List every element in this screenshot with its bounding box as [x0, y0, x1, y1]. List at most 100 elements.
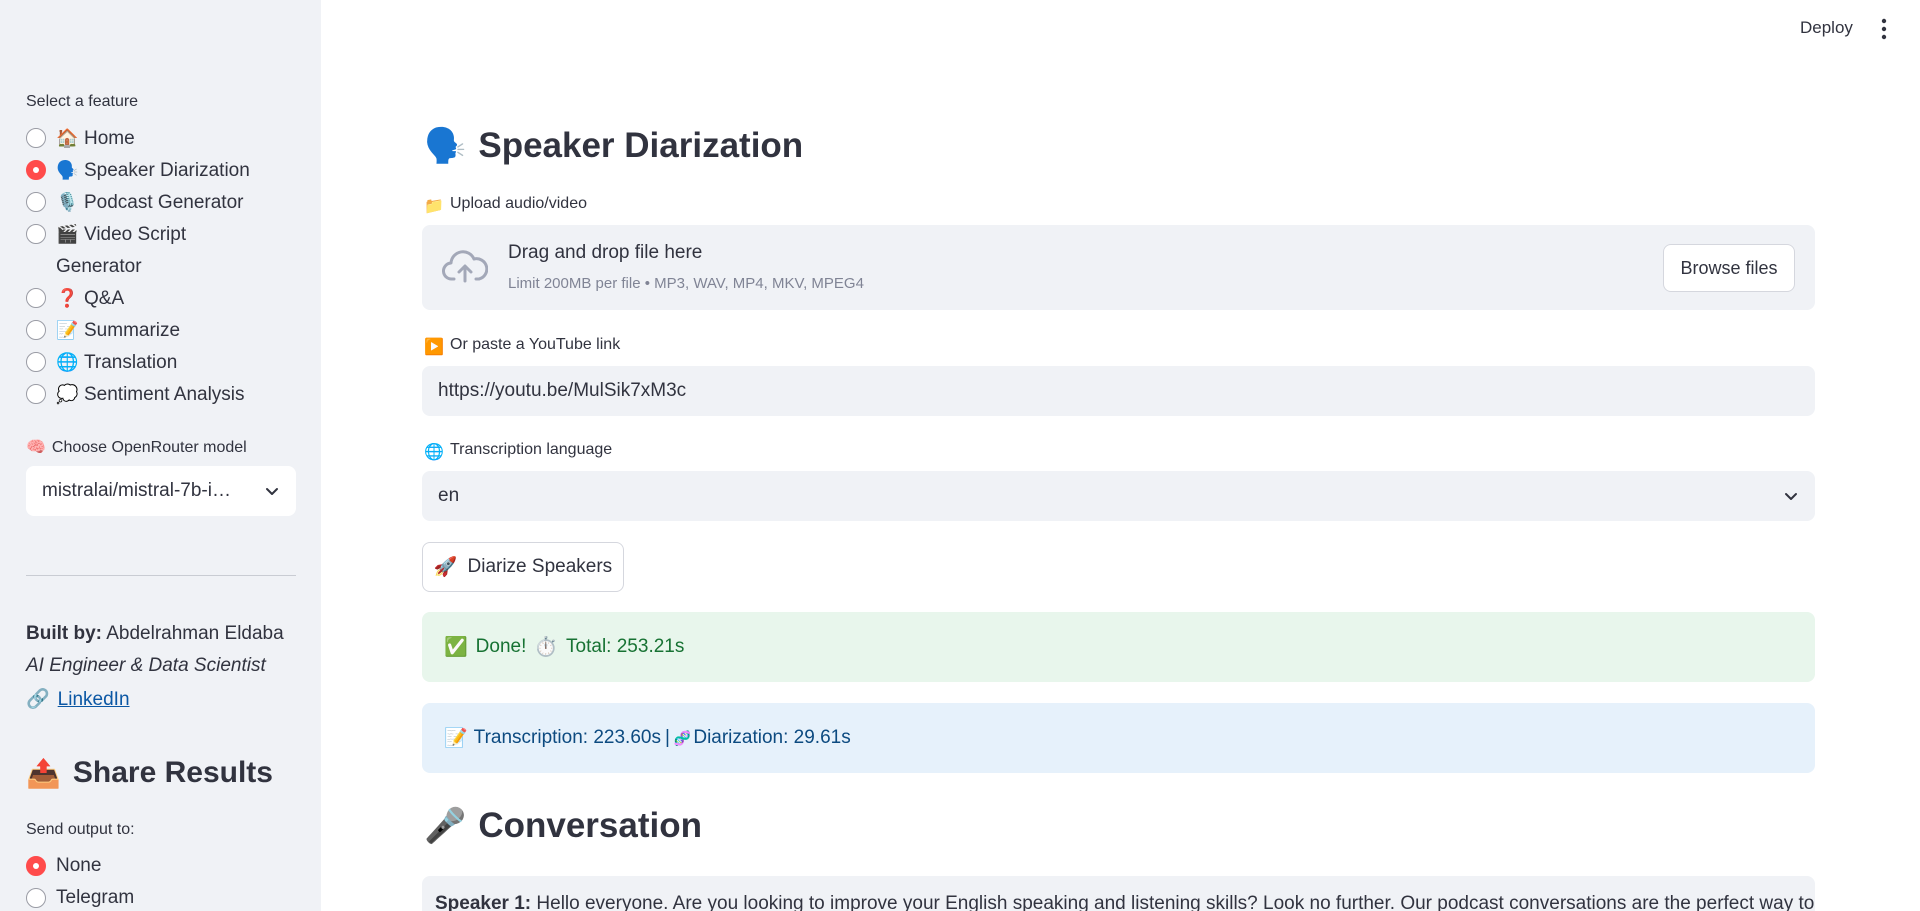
radio-circle-checked[interactable] — [26, 160, 46, 180]
built-by-label: Built by: — [26, 623, 102, 644]
play-button-icon: ▶️ — [424, 339, 444, 356]
radio-circle[interactable] — [26, 320, 46, 340]
dropzone-instructions: Drag and drop file here — [508, 242, 703, 263]
question-icon: ❓ — [56, 288, 79, 308]
radio-circle[interactable] — [26, 352, 46, 372]
transcription-time-text: Transcription: 223.60s — [473, 727, 661, 748]
linkedin-line: 🔗 LinkedIn — [26, 687, 130, 711]
globe-icon: 🌐 — [424, 444, 444, 461]
radio-circle[interactable] — [26, 888, 46, 908]
cloud-upload-icon — [442, 250, 488, 283]
model-select-value: mistralai/mistral-7b-i… — [42, 480, 231, 501]
radio-send-telegram[interactable]: Telegram — [26, 884, 306, 911]
model-label-text: Choose OpenRouter model — [51, 439, 247, 456]
radio-circle[interactable] — [26, 288, 46, 308]
globe-icon: 🌐 — [56, 352, 79, 372]
file-dropzone[interactable]: Drag and drop file here Limit 200MB per … — [422, 225, 1815, 310]
upload-label: 📁 Upload audio/video — [424, 195, 587, 215]
feature-radio-group: 🏠 Home 🗣️ Speaker Diarization 🎙️ Podcast Ge… — [26, 124, 306, 412]
linkedin-link[interactable]: LinkedIn — [58, 689, 130, 710]
outbox-icon: 📤 — [26, 757, 61, 789]
share-results-heading: 📤 Share Results — [26, 756, 273, 790]
info-separator: | — [664, 727, 670, 748]
radio-speaker-diarization[interactable]: 🗣️ Speaker Diarization — [26, 156, 306, 188]
radio-label: None — [56, 855, 102, 876]
radio-label: Video Script — [84, 224, 187, 245]
built-by-role: AI Engineer & Data Scientist — [26, 655, 266, 677]
radio-label-line2: Generator — [56, 256, 142, 277]
radio-podcast-generator[interactable]: 🎙️ Podcast Generator — [26, 188, 306, 220]
radio-translation[interactable]: 🌐 Translation — [26, 348, 306, 380]
send-radio-group: None Telegram — [26, 852, 306, 911]
radio-circle[interactable] — [26, 128, 46, 148]
page-title-text: Speaker Diarization — [478, 126, 804, 165]
send-output-label: Send output to: — [26, 821, 135, 838]
dna-icon: 🧬 — [673, 729, 692, 746]
radio-label: Translation — [84, 352, 178, 373]
home-icon: 🏠 — [56, 128, 79, 148]
radio-circle[interactable] — [26, 224, 46, 244]
rocket-icon: 🚀 — [433, 557, 458, 578]
model-select[interactable]: mistralai/mistral-7b-i… — [26, 466, 296, 516]
youtube-label: ▶️ Or paste a YouTube link — [424, 336, 621, 356]
chevron-down-icon — [266, 488, 278, 495]
radio-label: Speaker Diarization — [84, 160, 250, 181]
language-label: 🌐 Transcription language — [424, 441, 613, 461]
microphone-icon: 🎙️ — [56, 192, 79, 212]
radio-label: Summarize — [84, 320, 181, 341]
radio-summarize[interactable]: 📝 Summarize — [26, 316, 306, 348]
clapper-board-icon: 🎬 — [56, 224, 79, 244]
model-select-label: 🧠 Choose OpenRouter model — [26, 437, 247, 457]
radio-label: Podcast Generator — [84, 192, 244, 213]
conversation-title-text: Conversation — [478, 806, 702, 845]
radio-video-script-generator[interactable]: 🎬 Video Script Generator — [26, 220, 306, 284]
conversation-heading: 🎤 Conversation — [424, 806, 702, 846]
memo-icon: 📝 — [444, 728, 468, 749]
language-select[interactable]: en — [422, 471, 1815, 521]
language-select-value: en — [438, 485, 460, 506]
diarize-speakers-button[interactable]: 🚀 Diarize Speakers — [422, 542, 624, 592]
diarize-button-label: Diarize Speakers — [467, 556, 613, 577]
radio-label: Q&A — [84, 288, 125, 309]
youtube-label-text: Or paste a YouTube link — [450, 336, 621, 353]
memo-icon: 📝 — [56, 320, 79, 340]
success-total-text: Total: 253.21s — [566, 636, 685, 657]
sidebar: Select a feature 🏠 Home 🗣️ Speaker Diariza… — [0, 0, 321, 911]
radio-circle[interactable] — [26, 384, 46, 404]
folder-icon: 📁 — [424, 198, 444, 215]
page-title: 🗣️ Speaker Diarization — [424, 126, 803, 166]
brain-icon: 🧠 — [26, 439, 46, 456]
radio-qa[interactable]: ❓ Q&A — [26, 284, 306, 316]
deploy-button[interactable]: Deploy — [1800, 18, 1853, 38]
radio-sentiment-analysis[interactable]: 💭 Sentiment Analysis — [26, 380, 306, 412]
share-title-text: Share Results — [72, 756, 273, 789]
built-by-line: Built by: Abdelrahman Eldaba — [26, 623, 284, 645]
success-alert: ✅ Done! ⏱️ Total: 253.21s — [422, 612, 1815, 682]
browse-files-button[interactable]: Browse files — [1663, 244, 1795, 292]
success-done-text: Done! — [475, 636, 527, 657]
dropzone-limit: Limit 200MB per file • MP3, WAV, MP4, MK… — [508, 275, 864, 292]
built-by-name: Abdelrahman Eldaba — [106, 623, 284, 644]
kebab-menu-icon[interactable] — [1880, 18, 1888, 40]
sidebar-divider — [26, 575, 296, 576]
language-label-text: Transcription language — [450, 441, 613, 458]
radio-circle[interactable] — [26, 192, 46, 212]
youtube-link-input[interactable]: https://youtu.be/MulSik7xM3c — [422, 366, 1815, 416]
radio-label: Sentiment Analysis — [84, 384, 245, 405]
diarization-time-text: Diarization: 29.61s — [693, 727, 851, 748]
link-icon: 🔗 — [26, 689, 50, 710]
speaker-text: Hello everyone. Are you looking to impro… — [536, 893, 1815, 911]
speaker-label: Speaker 1: — [435, 893, 532, 911]
feature-select-label: Select a feature — [26, 93, 139, 110]
timing-info-alert: 📝 Transcription: 223.60s | 🧬 Diarization… — [422, 703, 1815, 773]
radio-send-none[interactable]: None — [26, 852, 306, 884]
speaking-head-icon: 🗣️ — [56, 160, 79, 180]
microphone-icon: 🎤 — [424, 807, 467, 845]
speaking-head-icon: 🗣️ — [424, 127, 467, 165]
radio-home[interactable]: 🏠 Home — [26, 124, 306, 156]
upload-label-text: Upload audio/video — [450, 195, 587, 212]
radio-label: Home — [84, 128, 135, 149]
radio-label: Telegram — [56, 887, 135, 908]
radio-circle-checked[interactable] — [26, 856, 46, 876]
chevron-down-icon — [1785, 493, 1797, 500]
